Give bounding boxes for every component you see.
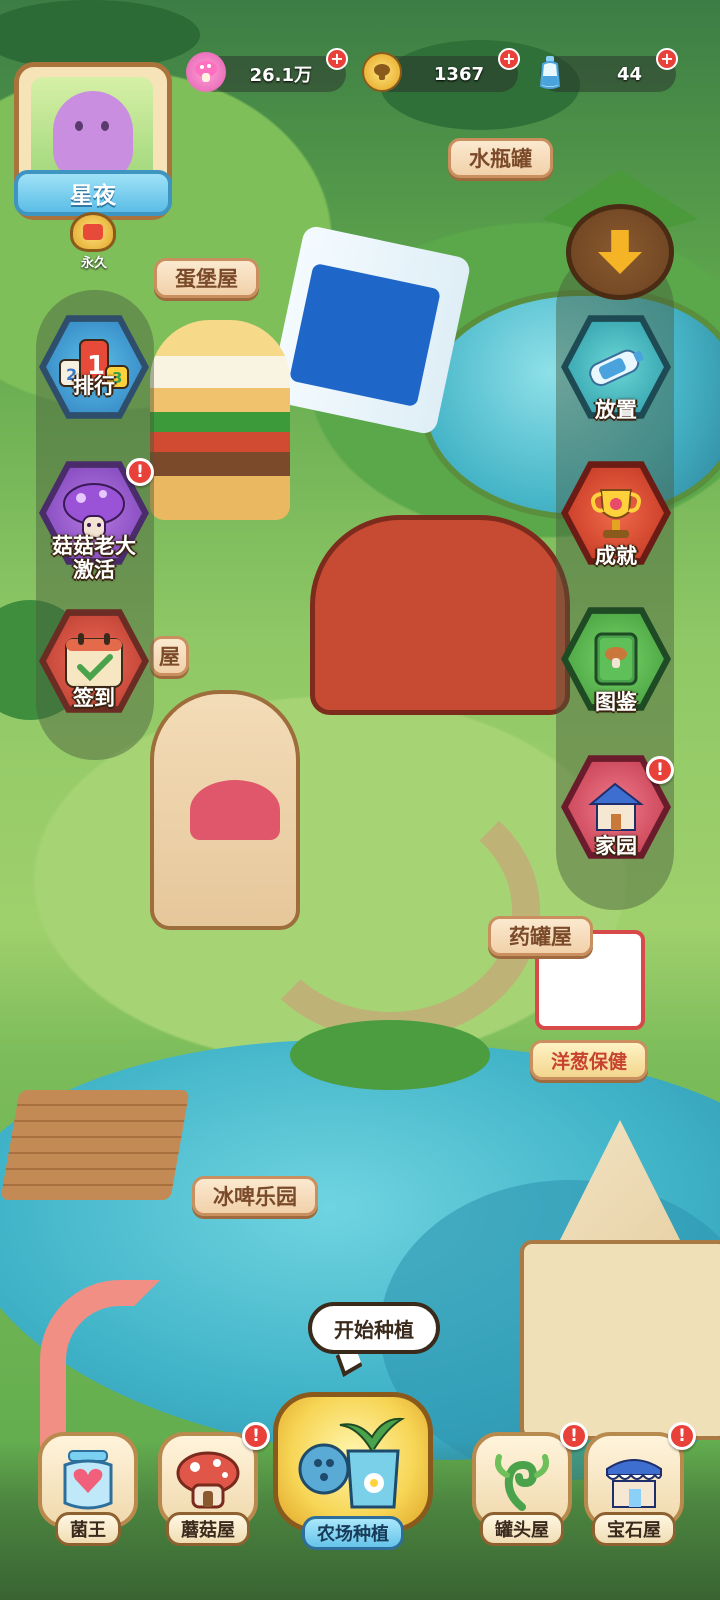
dropdown-body <box>566 204 674 300</box>
nav-label-gem-house: 宝石屋 <box>592 1512 676 1546</box>
avatar[interactable] <box>31 77 153 185</box>
place-label-medicine-jar[interactable]: 药罐屋 <box>488 916 593 956</box>
nav-mushroom-house[interactable]: ! 蘑菇屋 <box>150 1422 270 1560</box>
checkin-label: 签到 <box>73 686 115 710</box>
pink-awning <box>190 780 280 840</box>
nav-label-mushroom-house: 蘑菇屋 <box>166 1512 250 1546</box>
mushroom-boss-button[interactable]: 菇菇老大 激活 ! <box>34 458 154 588</box>
place-label-beer-park[interactable]: 冰啤乐园 <box>192 1176 318 1216</box>
encyclopedia-label: 图鉴 <box>595 690 637 714</box>
gold-coin-icon <box>362 52 402 92</box>
checkin-button[interactable]: 签到 <box>34 606 154 736</box>
alert-badge: ! <box>646 756 674 784</box>
mushroom-count: 26.1万 <box>249 65 312 86</box>
ranking-icon: 213 <box>39 315 149 419</box>
achievement-label: 成就 <box>595 544 637 568</box>
add-water-button[interactable]: + <box>656 48 678 70</box>
nav-can-house[interactable]: ! 罐头屋 <box>464 1422 588 1560</box>
water-currency[interactable]: 44 + <box>539 48 678 92</box>
add-coins-button[interactable]: + <box>498 48 520 70</box>
ranking-button[interactable]: 213 排行 <box>34 312 154 442</box>
home-button[interactable]: 家园 ! <box>556 752 676 882</box>
vip-duration-label: 永久 <box>80 256 107 271</box>
place-label-partial[interactable]: 屋 <box>150 636 189 676</box>
start-planting-bubble[interactable]: 开始种植 <box>308 1302 440 1354</box>
home-label: 家园 <box>595 834 637 858</box>
alert-badge: ! <box>668 1422 696 1450</box>
tv-icon <box>83 224 103 240</box>
mushroom-currency[interactable]: 26.1万 + <box>186 48 348 92</box>
water-count: 44 <box>616 63 642 85</box>
arrow-down-icon <box>598 230 642 274</box>
place-label-egg-castle[interactable]: 蛋堡屋 <box>154 258 259 298</box>
avatar-creature <box>53 91 133 181</box>
nav-mushroom-king[interactable]: 菌王 <box>30 1432 146 1560</box>
water-bottle-icon <box>530 52 570 92</box>
nav-label-can-house: 罐头屋 <box>480 1512 564 1546</box>
place-label: 放置 <box>595 398 637 422</box>
egg-burger-building[interactable] <box>150 320 290 520</box>
nav-label-mushroom-king: 菌王 <box>55 1512 121 1546</box>
pink-mushroom-icon <box>186 52 226 92</box>
player-name-plate[interactable]: 星夜 <box>14 170 172 216</box>
place-label-water-jar[interactable]: 水瓶罐 <box>448 138 553 178</box>
nav-label-farm-planting: 农场种植 <box>302 1516 404 1550</box>
collapse-menu-button[interactable] <box>542 170 698 300</box>
place-button[interactable]: 放置 <box>556 312 676 442</box>
alert-badge: ! <box>242 1422 270 1450</box>
shop-sign-onion: 洋葱保健 <box>530 1040 649 1080</box>
add-mushroom-button[interactable]: + <box>326 48 348 70</box>
ranking-label: 排行 <box>73 374 115 398</box>
market-stall[interactable] <box>520 1240 720 1440</box>
coin-count: 1367 <box>433 63 484 85</box>
red-barrel-house[interactable] <box>310 515 570 715</box>
achievement-button[interactable]: 成就 <box>556 458 676 588</box>
alert-badge: ! <box>126 458 154 486</box>
coin-currency[interactable]: 1367 + <box>362 48 520 92</box>
bush <box>290 1020 490 1090</box>
wooden-deck <box>0 1090 190 1200</box>
nav-gem-house[interactable]: ! 宝石屋 <box>576 1422 696 1560</box>
vip-badge-icon[interactable] <box>70 212 116 252</box>
encyclopedia-button[interactable]: 图鉴 <box>556 604 676 734</box>
watering-can-farm-icon <box>273 1392 433 1532</box>
mushroom-boss-label: 菇菇老大 激活 <box>52 534 136 582</box>
nav-farm-planting[interactable]: 农场种植 <box>268 1392 438 1570</box>
